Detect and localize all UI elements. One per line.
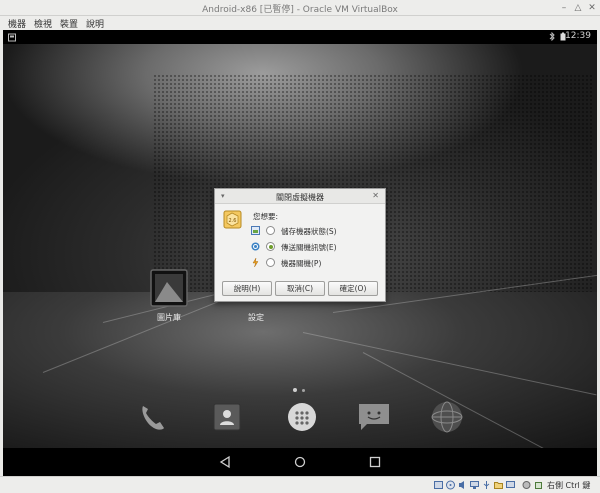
contacts-icon[interactable]: [212, 402, 242, 432]
android-status-bar: 12:39: [3, 30, 597, 44]
svg-text:2.6: 2.6: [229, 218, 237, 224]
display-icon[interactable]: [506, 480, 515, 490]
help-button[interactable]: 說明(H): [222, 281, 272, 296]
close-icon[interactable]: ✕: [587, 3, 597, 13]
window-title: Android-x86 [已暫停] - Oracle VM VirtualBox: [202, 5, 398, 15]
shared-folders-icon[interactable]: [494, 480, 503, 490]
close-vm-dialog: ▾ 關閉虛擬機器 ✕ 2.6 您想要: 儲存機器狀態(S) 傳送關機訊號(E) …: [214, 188, 386, 302]
gallery-app-icon[interactable]: [149, 268, 189, 308]
ok-button[interactable]: 確定(O): [328, 281, 378, 296]
page-indicator-dot: [293, 388, 297, 392]
capture-icon[interactable]: [522, 480, 531, 490]
option-label: 儲存機器狀態(S): [281, 227, 337, 236]
save-state-icon: [251, 226, 260, 235]
gallery-app-label: 圖片庫: [157, 313, 181, 322]
recents-icon[interactable]: [367, 454, 383, 470]
dialog-title: 關閉虛擬機器: [276, 193, 324, 202]
menu-machine[interactable]: 機器: [8, 17, 26, 30]
leaf-vein: [42, 289, 248, 373]
option-label: 機器關機(P): [281, 259, 322, 268]
back-icon[interactable]: [217, 454, 233, 470]
window-titlebar: Android-x86 [已暫停] - Oracle VM VirtualBox…: [0, 0, 600, 16]
app-drawer-icon[interactable]: [286, 401, 318, 433]
android-clock: 12:39: [565, 31, 591, 41]
virtualbox-logo-icon: 2.6: [223, 210, 242, 229]
menu-view[interactable]: 檢視: [34, 17, 52, 30]
leaf-vein: [302, 332, 597, 396]
android-nav-bar: [3, 448, 597, 476]
minimize-icon[interactable]: –: [559, 3, 569, 13]
menu-help[interactable]: 說明: [86, 17, 104, 30]
host-key-label: 右側 Ctrl 鍵: [547, 481, 591, 490]
wallpaper-leaf: [3, 259, 597, 466]
radio-acpi-shutdown[interactable]: [266, 242, 275, 251]
home-icon[interactable]: [292, 454, 308, 470]
radio-save-state[interactable]: [266, 226, 275, 235]
option-save-state[interactable]: 儲存機器狀態(S): [251, 225, 381, 237]
phone-icon[interactable]: [135, 400, 169, 434]
optical-drive-icon[interactable]: [446, 480, 455, 490]
bluetooth-icon: [549, 32, 555, 41]
audio-icon[interactable]: [458, 480, 467, 490]
usb-icon[interactable]: [482, 480, 491, 490]
notification-icon: [8, 33, 16, 42]
network-icon[interactable]: [470, 480, 479, 490]
dialog-prompt: 您想要:: [253, 212, 279, 221]
dialog-close-icon[interactable]: ✕: [372, 191, 379, 200]
maximize-icon[interactable]: △: [573, 3, 583, 13]
menubar: 機器 檢視 裝置 說明: [0, 16, 600, 30]
browser-icon[interactable]: [431, 400, 463, 434]
option-acpi-shutdown[interactable]: 傳送關機訊號(E): [251, 241, 381, 253]
page-indicator-dot: [302, 389, 305, 392]
hard-disk-icon[interactable]: [434, 480, 443, 490]
messaging-icon[interactable]: [357, 400, 391, 432]
cpu-icon[interactable]: [534, 480, 543, 490]
dialog-titlebar: ▾ 關閉虛擬機器 ✕: [215, 189, 385, 204]
option-label: 傳送關機訊號(E): [281, 243, 337, 252]
cancel-button[interactable]: 取消(C): [275, 281, 325, 296]
host-status-bar: 右側 Ctrl 鍵: [0, 476, 600, 493]
acpi-shutdown-icon: [251, 242, 260, 251]
radio-power-off[interactable]: [266, 258, 275, 267]
settings-app-label[interactable]: 設定: [231, 312, 281, 323]
option-power-off[interactable]: 機器關機(P): [251, 257, 381, 269]
menu-devices[interactable]: 裝置: [60, 17, 78, 30]
power-off-icon: [252, 258, 259, 267]
